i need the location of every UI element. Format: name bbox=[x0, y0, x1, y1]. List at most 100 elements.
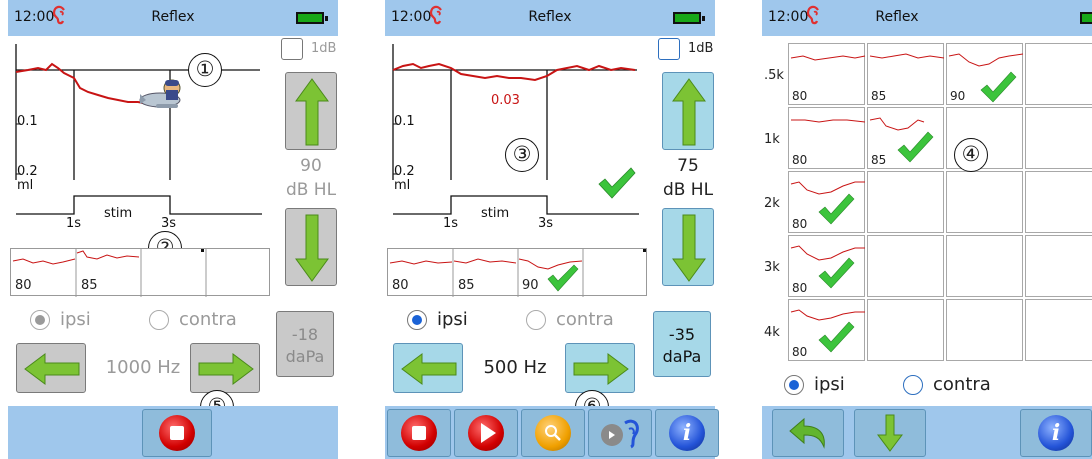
result-cell[interactable]: 80 bbox=[788, 171, 865, 233]
result-cell[interactable] bbox=[1025, 299, 1092, 361]
y-tick-label: 0.1 bbox=[394, 114, 415, 129]
y-tick-label: 0.2 bbox=[394, 164, 415, 179]
frequency-next-button[interactable] bbox=[565, 343, 635, 393]
screen-title: Reflex bbox=[151, 9, 195, 25]
contra-label: contra bbox=[556, 309, 614, 330]
result-cell[interactable] bbox=[946, 171, 1023, 233]
frequency-next-button[interactable] bbox=[190, 343, 260, 393]
result-cell[interactable]: 80 bbox=[788, 235, 865, 297]
ipsi-label: ipsi bbox=[814, 374, 845, 395]
pressure-button[interactable]: -35 daPa bbox=[653, 311, 711, 377]
result-cell[interactable]: 85 bbox=[867, 43, 945, 105]
screen-title: Reflex bbox=[528, 9, 572, 25]
pressure-button[interactable]: -18 daPa bbox=[276, 311, 334, 377]
thumbnail-strip: 80 85 bbox=[10, 248, 270, 297]
result-cell[interactable]: 80 bbox=[788, 43, 866, 105]
result-cell[interactable]: 80 bbox=[788, 107, 866, 169]
play-button[interactable] bbox=[454, 409, 518, 457]
down-button[interactable] bbox=[854, 409, 926, 457]
arrow-left-icon bbox=[24, 353, 80, 385]
ipsi-radio[interactable] bbox=[784, 375, 804, 395]
frequency-prev-button[interactable] bbox=[16, 343, 86, 393]
result-cell[interactable] bbox=[867, 299, 944, 361]
cell-level: 80 bbox=[792, 217, 808, 231]
airplane-mascot-icon bbox=[139, 79, 181, 108]
stop-button[interactable] bbox=[142, 409, 212, 457]
result-cell[interactable] bbox=[946, 235, 1023, 297]
arrow-down-icon bbox=[672, 214, 706, 282]
level-down-button[interactable] bbox=[285, 208, 337, 286]
bottom-toolbar bbox=[8, 406, 338, 459]
callout-3: ③ bbox=[505, 138, 539, 172]
contra-radio[interactable] bbox=[149, 310, 169, 330]
arrow-left-icon bbox=[401, 353, 457, 385]
y-tick-label: 0.2 bbox=[17, 164, 38, 179]
result-cell[interactable] bbox=[867, 171, 944, 233]
frequency-display: 1000 Hz bbox=[105, 357, 181, 378]
1db-checkbox-label: 1dB bbox=[311, 41, 337, 56]
reflex-screen-1: 12:00 Reflex 0.1 0.2 ml 1s stim 3s ① ② 1… bbox=[8, 0, 338, 459]
1db-checkbox-label: 1dB bbox=[688, 41, 714, 56]
x-label-3s: 3s bbox=[538, 216, 554, 231]
contra-label: contra bbox=[933, 374, 991, 395]
result-cell[interactable]: 85 bbox=[867, 107, 944, 169]
ipsi-radio[interactable] bbox=[30, 310, 50, 330]
thumbnail-value: 85 bbox=[81, 278, 98, 293]
level-up-button[interactable] bbox=[662, 72, 714, 150]
result-cell[interactable] bbox=[1025, 235, 1092, 297]
callout-1: ① bbox=[188, 53, 222, 87]
contra-label: contra bbox=[179, 309, 237, 330]
stop-button[interactable] bbox=[387, 409, 451, 457]
stop-icon bbox=[401, 415, 437, 451]
cell-level: 80 bbox=[792, 281, 808, 295]
status-bar: 12:00 Reflex bbox=[762, 0, 1092, 36]
ear-sound-icon bbox=[601, 419, 639, 449]
level-unit: dB HL bbox=[662, 180, 714, 200]
level-up-button[interactable] bbox=[285, 72, 337, 150]
1db-step-checkbox[interactable] bbox=[281, 38, 303, 60]
result-cell[interactable] bbox=[867, 235, 944, 297]
result-cell[interactable] bbox=[946, 299, 1023, 361]
ipsi-label: ipsi bbox=[437, 309, 468, 330]
screen-title: Reflex bbox=[875, 9, 919, 25]
1db-step-checkbox[interactable] bbox=[658, 38, 680, 60]
row-label: 3k bbox=[764, 260, 780, 275]
play-icon bbox=[468, 415, 504, 451]
info-button[interactable]: i bbox=[655, 409, 719, 457]
arrow-up-icon bbox=[295, 78, 329, 146]
result-cell[interactable] bbox=[1025, 171, 1092, 233]
bottom-toolbar: i bbox=[762, 406, 1092, 459]
measured-value: 0.03 bbox=[491, 93, 520, 108]
arrow-up-icon bbox=[672, 78, 706, 146]
row-label: .5k bbox=[764, 68, 784, 83]
stop-icon bbox=[159, 415, 195, 451]
battery-icon bbox=[673, 12, 705, 24]
zoom-button[interactable] bbox=[521, 409, 585, 457]
level-display: 75 dB HL bbox=[643, 154, 733, 202]
result-cell[interactable] bbox=[1025, 107, 1092, 169]
back-button[interactable] bbox=[772, 409, 844, 457]
info-button[interactable]: i bbox=[1020, 409, 1092, 457]
pressure-value: -35 bbox=[668, 325, 696, 344]
x-label-3s: 3s bbox=[161, 216, 177, 231]
level-down-button[interactable] bbox=[662, 208, 714, 286]
cell-level: 90 bbox=[950, 89, 966, 103]
contra-radio[interactable] bbox=[526, 310, 546, 330]
arrow-down-icon bbox=[877, 414, 903, 452]
pressure-unit: daPa bbox=[662, 347, 702, 366]
contra-radio[interactable] bbox=[903, 375, 923, 395]
result-cell[interactable]: 90 bbox=[946, 43, 1024, 105]
thumbnail-value: 80 bbox=[392, 278, 409, 293]
ipsi-radio[interactable] bbox=[407, 310, 427, 330]
x-label-stim: stim bbox=[104, 206, 133, 221]
arrow-down-icon bbox=[295, 214, 329, 282]
ear-sound-button[interactable] bbox=[588, 409, 652, 457]
pressure-value: -18 bbox=[291, 325, 319, 344]
reflex-screen-2: 12:00 Reflex 0.03 0.1 0.2 ml 1s stim 3s … bbox=[385, 0, 719, 459]
row-label: 2k bbox=[764, 196, 780, 211]
result-cell[interactable]: 80 bbox=[788, 299, 865, 361]
frequency-prev-button[interactable] bbox=[393, 343, 463, 393]
x-label-1s: 1s bbox=[443, 216, 459, 231]
y-unit-label: ml bbox=[17, 178, 34, 193]
result-cell[interactable] bbox=[1025, 43, 1092, 105]
